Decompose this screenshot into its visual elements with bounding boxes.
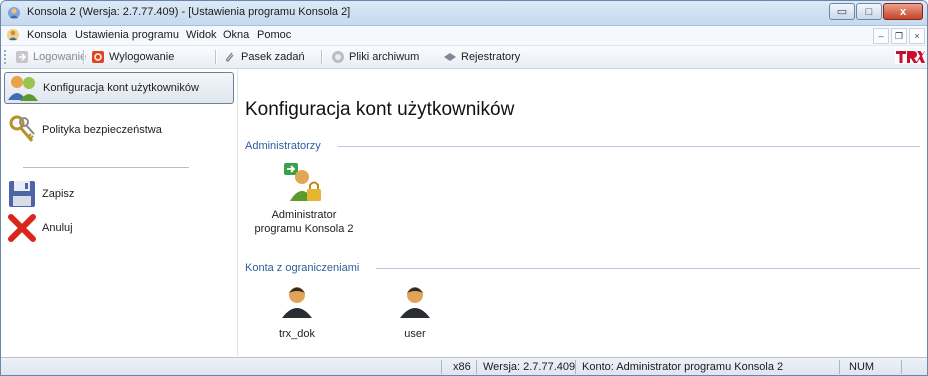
menu-konsola[interactable]: Konsola bbox=[27, 29, 67, 41]
sidebar-item-anuluj[interactable]: Anuluj bbox=[4, 212, 234, 244]
toolbar: Logowanie Wylogowanie Pasek zadań Pliki … bbox=[1, 46, 927, 69]
logout-button[interactable]: Wylogowanie bbox=[91, 49, 174, 65]
account-administrator[interactable]: Administrator programu Konsola 2 bbox=[239, 161, 369, 236]
group-divider bbox=[338, 146, 920, 147]
sidebar-item-label: Anuluj bbox=[42, 222, 73, 234]
document-icon[interactable] bbox=[6, 28, 20, 42]
logout-icon bbox=[92, 51, 104, 63]
toolbar-separator bbox=[321, 50, 323, 64]
page-title: Konfiguracja kont użytkowników bbox=[245, 99, 515, 120]
group-divider bbox=[376, 268, 920, 269]
minimize-button[interactable]: ▭ bbox=[829, 3, 855, 20]
status-separator bbox=[575, 360, 576, 374]
status-account: Konto: Administrator programu Konsola 2 bbox=[582, 361, 784, 373]
sidebar-divider bbox=[23, 167, 189, 168]
menu-widok[interactable]: Widok bbox=[186, 29, 217, 41]
account-label: Administrator programu Konsola 2 bbox=[254, 209, 354, 235]
maximize-button[interactable]: □ bbox=[856, 3, 882, 20]
login-icon bbox=[16, 51, 28, 63]
recorders-button[interactable]: Rejestratory bbox=[443, 49, 520, 65]
close-button[interactable]: x bbox=[883, 3, 923, 20]
status-version: Wersja: 2.7.77.409 bbox=[483, 361, 576, 373]
login-button[interactable]: Logowanie bbox=[15, 49, 86, 65]
account-trx-dok[interactable]: trx_dok bbox=[232, 283, 362, 341]
account-label: trx_dok bbox=[278, 328, 316, 340]
menu-bar: Konsola Ustawienia programu Widok Okna P… bbox=[1, 26, 927, 46]
sidebar-item-polityka-bezpieczenstwa[interactable]: Polityka bezpieczeństwa bbox=[4, 114, 234, 146]
app-window: Konsola 2 (Wersja: 2.7.77.409) - [Ustawi… bbox=[0, 0, 928, 376]
status-separator bbox=[441, 360, 442, 374]
sidebar-item-zapisz[interactable]: Zapisz bbox=[4, 178, 234, 210]
archive-files-button[interactable]: Pliki archiwum bbox=[331, 49, 419, 65]
group-title-administratorzy: Administratorzy bbox=[245, 140, 321, 152]
sidebar-item-label: Konfiguracja kont użytkowników bbox=[43, 82, 199, 94]
floppy-save-icon bbox=[9, 181, 35, 207]
toolbar-separator bbox=[215, 50, 217, 64]
title-bar: Konsola 2 (Wersja: 2.7.77.409) - [Ustawi… bbox=[1, 1, 927, 26]
account-label: user bbox=[404, 328, 426, 340]
recorder-icon bbox=[444, 53, 456, 61]
main-panel: Konfiguracja kont użytkowników Administr… bbox=[238, 69, 927, 356]
group-title-konta-z-ograniczeniami: Konta z ograniczeniami bbox=[245, 262, 360, 274]
keys-icon bbox=[9, 115, 35, 142]
menu-pomoc[interactable]: Pomoc bbox=[257, 29, 291, 41]
archive-icon bbox=[332, 51, 344, 63]
status-separator bbox=[476, 360, 477, 374]
status-separator bbox=[839, 360, 840, 374]
account-user[interactable]: user bbox=[350, 283, 480, 341]
user-icon bbox=[282, 287, 312, 318]
paperclip-icon bbox=[225, 52, 234, 62]
menu-ustawienia-programu[interactable]: Ustawienia programu bbox=[75, 29, 179, 41]
red-x-icon bbox=[8, 214, 36, 242]
menu-okna[interactable]: Okna bbox=[223, 29, 249, 41]
toolbar-grip[interactable] bbox=[4, 50, 9, 64]
window-title: Konsola 2 (Wersja: 2.7.77.409) - [Ustawi… bbox=[27, 6, 351, 18]
status-num: NUM bbox=[849, 361, 875, 373]
trx-logo bbox=[895, 50, 925, 64]
admin-user-lock-icon bbox=[284, 163, 321, 201]
status-separator bbox=[901, 360, 902, 374]
mdi-restore-button[interactable]: ❐ bbox=[891, 28, 907, 44]
users-config-icon bbox=[8, 76, 38, 101]
sidebar: Konfiguracja kont użytkowników Polityka … bbox=[1, 69, 238, 356]
toolbar-separator bbox=[83, 50, 85, 64]
app-icon bbox=[8, 7, 20, 19]
taskbar-button[interactable]: Pasek zadań bbox=[223, 49, 305, 65]
status-bar: x86 Wersja: 2.7.77.409 Konto: Administra… bbox=[1, 357, 927, 375]
sidebar-item-konfiguracja-kont[interactable]: Konfiguracja kont użytkowników bbox=[4, 72, 234, 104]
user-icon bbox=[400, 287, 430, 318]
sidebar-item-label: Zapisz bbox=[42, 188, 75, 200]
mdi-close-button[interactable]: × bbox=[909, 28, 925, 44]
sidebar-item-label: Polityka bezpieczeństwa bbox=[42, 124, 162, 136]
mdi-minimize-button[interactable]: – bbox=[873, 28, 889, 44]
status-arch: x86 bbox=[453, 361, 471, 373]
